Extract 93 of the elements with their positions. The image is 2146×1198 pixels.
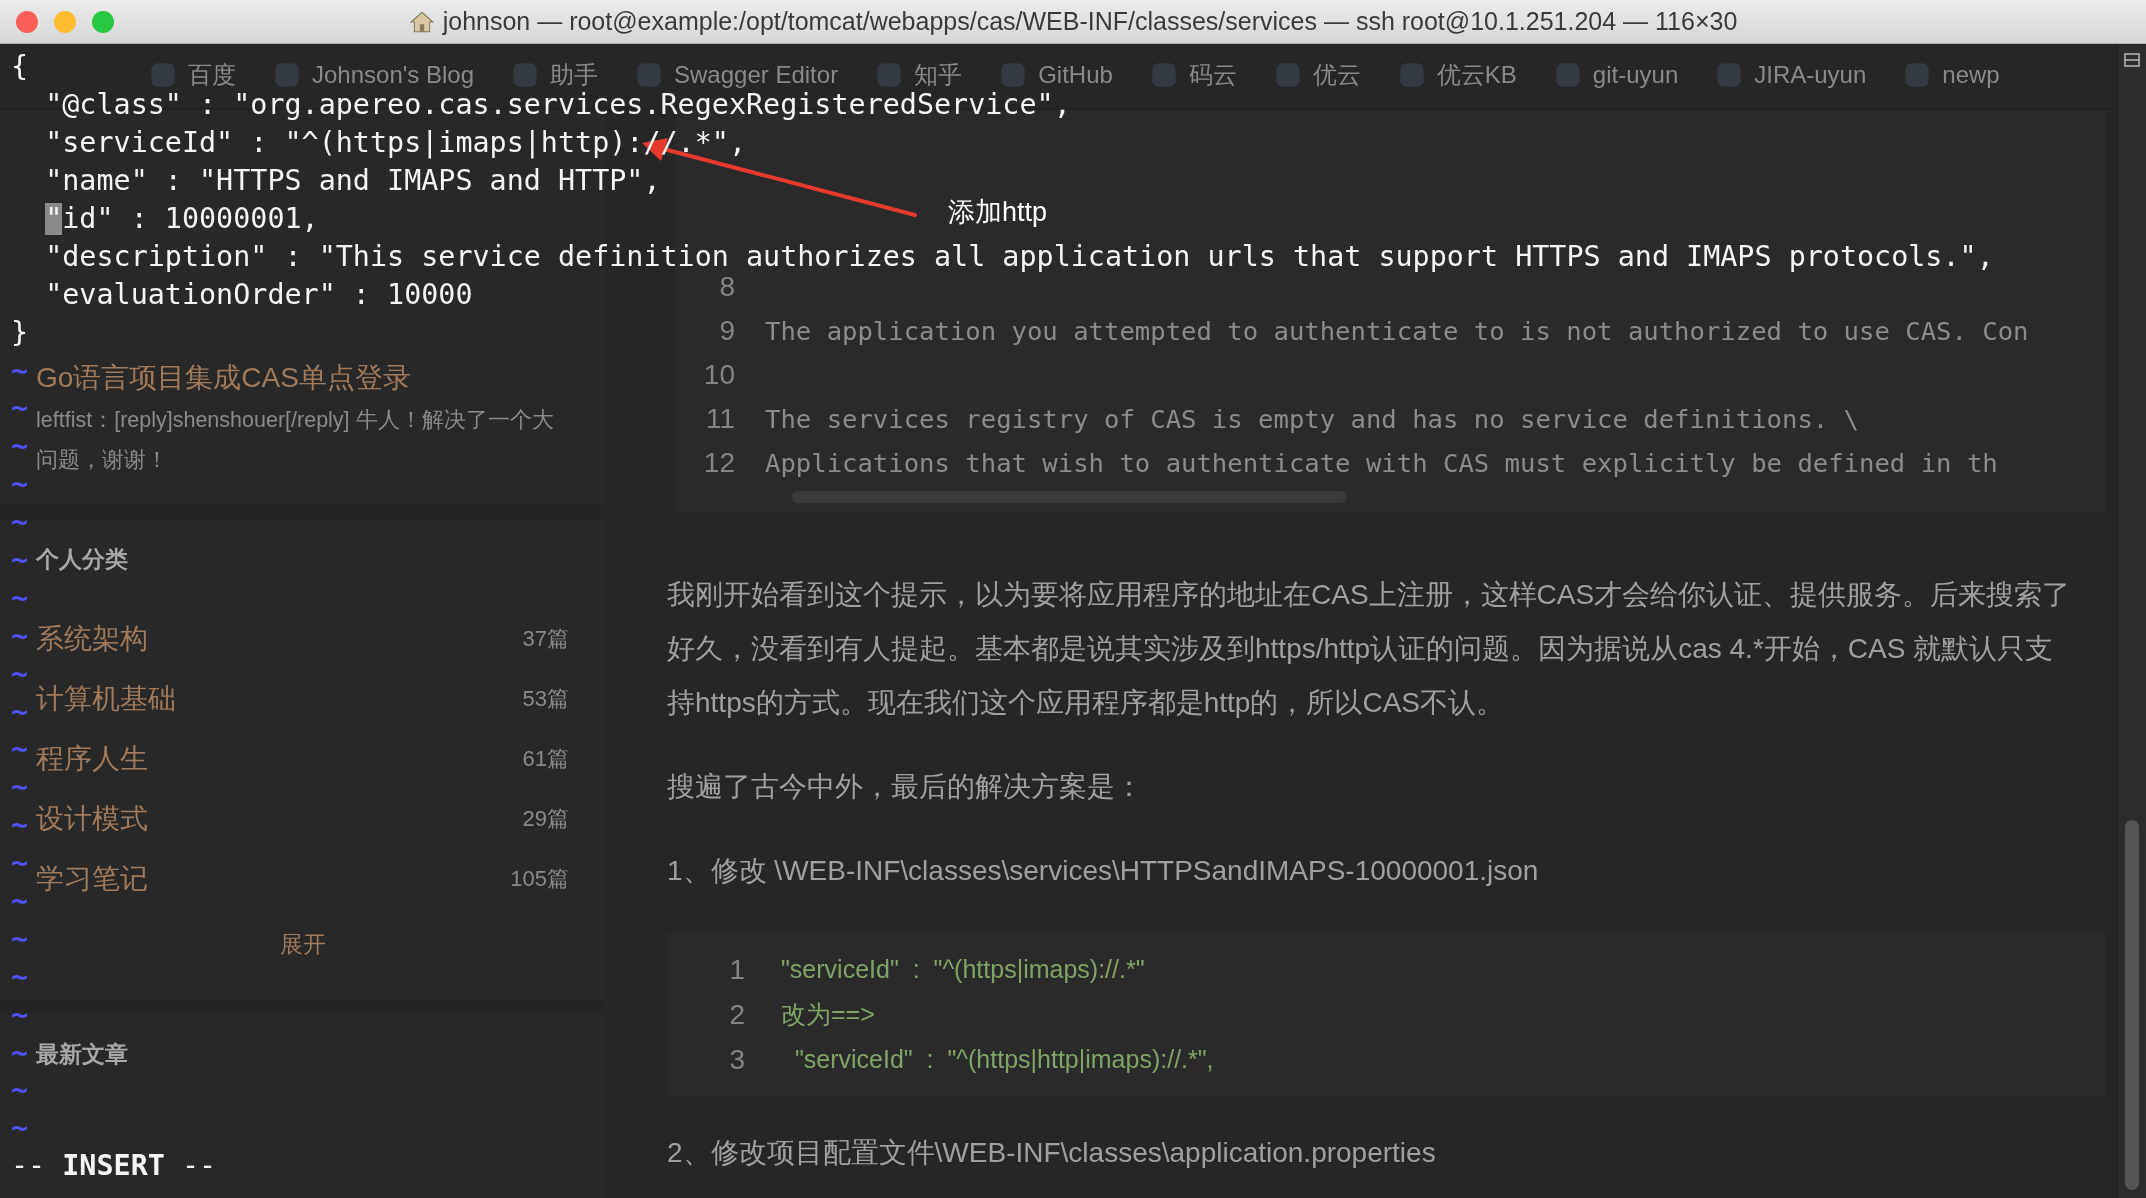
- line-number: 2: [728, 998, 745, 1031]
- line-number: 11: [704, 403, 735, 435]
- site-icon: [1274, 62, 1301, 88]
- category-link[interactable]: 设计模式: [36, 800, 148, 838]
- empty-line-marker: ~: [11, 770, 29, 804]
- minimize-button[interactable]: [54, 11, 76, 33]
- empty-line-marker: ~: [11, 543, 29, 576]
- code-line: "@class" : "org.apereo.cas.services.RegexRegisteredService",: [44, 88, 1071, 122]
- bookmark-link[interactable]: JIRA-uyun: [1754, 61, 1867, 89]
- code-line: The services registry of CAS is empty and has no service definitions. \: [765, 404, 1860, 434]
- category-count: 37篇: [522, 625, 569, 653]
- empty-line-marker: ~: [11, 580, 29, 614]
- code-line: "name" : "HTTPS and IMAPS and HTTP",: [44, 164, 661, 198]
- empty-line-marker: ~: [11, 1073, 29, 1107]
- bookmark-link[interactable]: Johnson's Blog: [312, 61, 475, 89]
- section-heading: 个人分类: [36, 545, 129, 574]
- code-line: "serviceId" : "^(https|http|imaps)://.*",: [793, 1045, 1214, 1074]
- empty-line-marker: ~: [11, 959, 29, 993]
- expand-link[interactable]: 展开: [279, 931, 326, 957]
- empty-line-marker: ~: [11, 732, 29, 766]
- close-button[interactable]: [16, 11, 38, 33]
- comment-text: leftfist：[reply]shenshouer[/reply] 牛人！解决了一个大问题，谢谢！: [36, 407, 555, 474]
- site-icon: [876, 62, 903, 88]
- empty-line-marker: ~: [11, 656, 29, 690]
- empty-line-marker: ~: [11, 618, 29, 652]
- empty-line-marker: ~: [11, 505, 29, 539]
- code-line: 改为==>: [781, 999, 875, 1030]
- category-count: 61篇: [522, 745, 569, 773]
- site-icon: [512, 62, 539, 88]
- annotation-label: 添加http: [948, 196, 1048, 229]
- category-link[interactable]: 系统架构: [36, 620, 148, 658]
- paragraph: 1、修改 \WEB-INF\classes\services\HTTPSandIMAPS-10000001.json: [667, 854, 1540, 888]
- bookmark-link[interactable]: 优云KB: [1436, 59, 1517, 91]
- line-number: 8: [718, 271, 735, 303]
- paragraph: 搜遍了古今中外，最后的解决方案是：: [667, 770, 1144, 804]
- bookmark-link[interactable]: GitHub: [1038, 61, 1113, 89]
- category-count: 53篇: [522, 685, 569, 713]
- site-icon: [274, 62, 300, 88]
- site-icon: [636, 62, 663, 88]
- window-title: johnson — root@example:/opt/tomcat/webapps/cas/WEB-INF/classes/services — ssh root@10.1.251.204 — 116×30: [442, 7, 1738, 36]
- code-line: }: [11, 315, 29, 349]
- bookmark-link[interactable]: 优云: [1312, 59, 1361, 91]
- mode-indicator: -- INSERT --: [11, 1149, 217, 1183]
- scrollbar[interactable]: [2125, 820, 2139, 1190]
- section-heading: 最新文章: [36, 1040, 129, 1069]
- bookmark-link[interactable]: 知乎: [914, 59, 963, 91]
- bookmark-link[interactable]: 百度: [188, 59, 236, 91]
- code-line: "evaluationOrder" : 10000: [44, 277, 473, 311]
- empty-line-marker: ~: [11, 997, 29, 1031]
- empty-line-marker: ~: [11, 429, 29, 463]
- code-line: The application you attempted to authenticate to is not authorized to use CAS. Con: [765, 316, 2029, 346]
- site-icon: [1150, 62, 1177, 88]
- line-number: 3: [728, 1043, 745, 1076]
- site-icon: [1554, 62, 1581, 88]
- line-number: 9: [718, 315, 735, 347]
- category-link[interactable]: 程序人生: [36, 740, 148, 778]
- empty-line-marker: ~: [11, 884, 29, 918]
- paragraph: 2、修改项目配置文件\WEB-INF\classes\application.properties: [667, 1136, 1437, 1170]
- code-line: "description" : "This service definition authorizes all application urls that support HTTPS and IMAPS protocols.",: [44, 239, 1994, 273]
- empty-line-marker: ~: [11, 1035, 29, 1069]
- category-count: 29篇: [522, 805, 569, 833]
- paragraph: 我刚开始看到这个提示，以为要将应用程序的地址在CAS上注册，这样CAS才会给你认证、提供服务。后来搜索了好久，没看到有人提起。基本都是说其实涉及到https/http认证的问题。因为据说从cas 4.*开始，CAS 就默认只支持https的方式。现在我们这个应用程序都是http的，所以CAS不认。: [667, 578, 2072, 720]
- article-link[interactable]: Go语言项目集成CAS单点登录: [36, 356, 569, 400]
- empty-line-marker: ~: [11, 808, 29, 842]
- site-icon: [1716, 62, 1743, 88]
- empty-line-marker: ~: [11, 846, 29, 880]
- line-number: 10: [702, 359, 735, 391]
- bookmark-link[interactable]: 码云: [1188, 59, 1237, 91]
- zoom-button[interactable]: [92, 11, 114, 33]
- empty-line-marker: ~: [11, 467, 29, 501]
- site-icon: [1398, 62, 1425, 88]
- line-number: 12: [702, 447, 735, 479]
- bookmark-link[interactable]: Swagger Editor: [674, 61, 839, 89]
- site-icon: [1000, 62, 1027, 88]
- category-link[interactable]: 学习笔记: [36, 860, 148, 898]
- code-line: "serviceId" : "^(https|imaps)://.*": [781, 955, 1145, 984]
- code-line: {: [11, 50, 29, 84]
- line-number: 1: [728, 953, 745, 986]
- bookmark-link[interactable]: 助手: [550, 59, 599, 91]
- empty-line-marker: ~: [11, 1111, 29, 1145]
- list-icon[interactable]: [2124, 52, 2140, 68]
- empty-line-marker: ~: [11, 353, 29, 387]
- empty-line-marker: ~: [11, 391, 29, 425]
- code-line: Applications that wish to authenticate with CAS must explicitly be defined in th: [765, 448, 1998, 478]
- category-count: 105篇: [510, 865, 569, 893]
- empty-line-marker: ~: [11, 921, 29, 955]
- bookmark-link[interactable]: newp: [1942, 61, 2000, 89]
- site-icon: [150, 62, 176, 88]
- bookmark-link[interactable]: git-uyun: [1592, 61, 1679, 89]
- code-line: "id" : 10000001,: [44, 202, 319, 235]
- category-link[interactable]: 计算机基础: [36, 680, 176, 718]
- empty-line-marker: ~: [11, 694, 29, 728]
- site-icon: [1904, 62, 1931, 88]
